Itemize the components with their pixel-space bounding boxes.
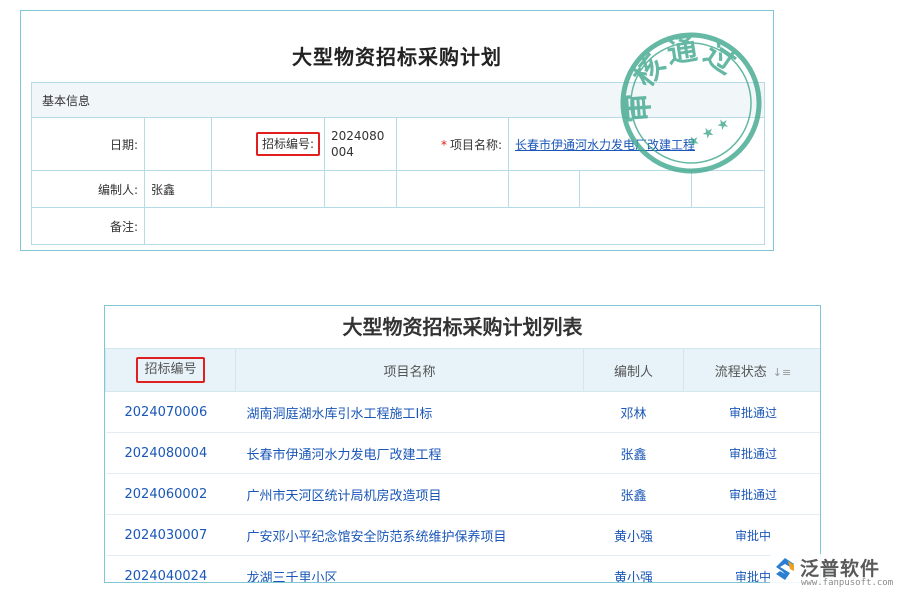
date-field[interactable] <box>145 118 212 171</box>
brand-watermark: 泛普软件 www.fanpusoft.com <box>770 554 898 590</box>
project-label-cell: *项目名称: <box>397 118 509 171</box>
cell-author: 邓林 <box>584 392 684 433</box>
table-row[interactable]: 2024070006 湖南洞庭湖水库引水工程施工I标 邓林 审批通过 <box>106 392 822 433</box>
cell-project-name[interactable]: 广安邓小平纪念馆安全防范系统维护保养项目 <box>236 515 584 556</box>
table-header-row: 招标编号 项目名称 编制人 流程状态 ↓≡ <box>106 349 822 392</box>
basic-info-table: 基本信息 日期: 招标编号: 2024080004 *项目名称: 长春市伊通河水… <box>31 82 765 245</box>
cell-code[interactable]: 2024070006 <box>106 392 236 433</box>
cell-code[interactable]: 2024030007 <box>106 515 236 556</box>
code-header-highlight: 招标编号 <box>136 357 204 383</box>
cell-author: 黄小强 <box>584 515 684 556</box>
empty-cell <box>509 171 580 208</box>
list-title: 大型物资招标采购计划列表 <box>105 306 820 348</box>
remark-label: 备注: <box>32 208 145 245</box>
plan-list-table: 招标编号 项目名称 编制人 流程状态 ↓≡ 2024070006 湖南洞庭湖水库引… <box>105 348 821 583</box>
code-value: 2024080004 <box>331 128 390 160</box>
cell-status: 审批中 <box>684 515 822 556</box>
plan-list-panel: 大型物资招标采购计划列表 招标编号 项目名称 编制人 流程状态 ↓≡ 202407… <box>104 305 821 583</box>
empty-cell <box>397 171 509 208</box>
date-label: 日期: <box>32 118 145 171</box>
cell-status: 审批通过 <box>684 392 822 433</box>
cell-code[interactable]: 2024080004 <box>106 433 236 474</box>
code-label-cell: 招标编号: <box>212 118 325 171</box>
cell-status: 审批通过 <box>684 433 822 474</box>
required-asterisk: * <box>441 138 447 152</box>
empty-cell <box>692 171 765 208</box>
brand-name: 泛普软件 <box>800 554 880 581</box>
cell-code[interactable]: 2024040024 <box>106 556 236 584</box>
form-title: 大型物资招标采购计划 <box>21 41 773 70</box>
project-label: 项目名称: <box>450 138 502 152</box>
status-header-label: 流程状态 <box>715 365 767 380</box>
empty-cell <box>212 171 325 208</box>
cell-project-name[interactable]: 长春市伊通河水力发电厂改建工程 <box>236 433 584 474</box>
col-header-name[interactable]: 项目名称 <box>236 349 584 392</box>
cell-author: 张鑫 <box>584 433 684 474</box>
cell-code[interactable]: 2024060002 <box>106 474 236 515</box>
plan-form-panel: 大型物资招标采购计划 基本信息 日期: 招标编号: 2024080004 *项目… <box>20 10 774 251</box>
author-field[interactable]: 张鑫 <box>145 171 212 208</box>
project-link[interactable]: 长春市伊通河水力发电厂改建工程 <box>515 138 695 152</box>
cell-project-name[interactable]: 龙湖三千里小区 <box>236 556 584 584</box>
table-row[interactable]: 2024030007 广安邓小平纪念馆安全防范系统维护保养项目 黄小强 审批中 <box>106 515 822 556</box>
col-header-author[interactable]: 编制人 <box>584 349 684 392</box>
sort-icon[interactable]: ↓≡ <box>773 366 791 379</box>
col-header-status[interactable]: 流程状态 ↓≡ <box>684 349 822 392</box>
code-label-highlight: 招标编号: <box>256 132 320 156</box>
table-row[interactable]: 2024080004 长春市伊通河水力发电厂改建工程 张鑫 审批通过 <box>106 433 822 474</box>
remark-field[interactable] <box>145 208 765 245</box>
author-label: 编制人: <box>32 171 145 208</box>
table-row[interactable]: 2024040024 龙湖三千里小区 黄小强 审批中 <box>106 556 822 584</box>
empty-cell <box>325 171 397 208</box>
cell-status: 审批通过 <box>684 474 822 515</box>
table-row[interactable]: 2024060002 广州市天河区统计局机房改造项目 张鑫 审批通过 <box>106 474 822 515</box>
cell-project-name[interactable]: 湖南洞庭湖水库引水工程施工I标 <box>236 392 584 433</box>
cell-author: 黄小强 <box>584 556 684 584</box>
section-basic-info: 基本信息 <box>32 83 765 118</box>
code-field[interactable]: 2024080004 <box>325 118 397 171</box>
brand-url: www.fanpusoft.com <box>801 578 893 588</box>
cell-author: 张鑫 <box>584 474 684 515</box>
fanpu-logo-icon <box>772 556 798 582</box>
project-field: 长春市伊通河水力发电厂改建工程 <box>509 118 765 171</box>
empty-cell <box>580 171 692 208</box>
col-header-code[interactable]: 招标编号 <box>106 349 236 392</box>
cell-project-name[interactable]: 广州市天河区统计局机房改造项目 <box>236 474 584 515</box>
